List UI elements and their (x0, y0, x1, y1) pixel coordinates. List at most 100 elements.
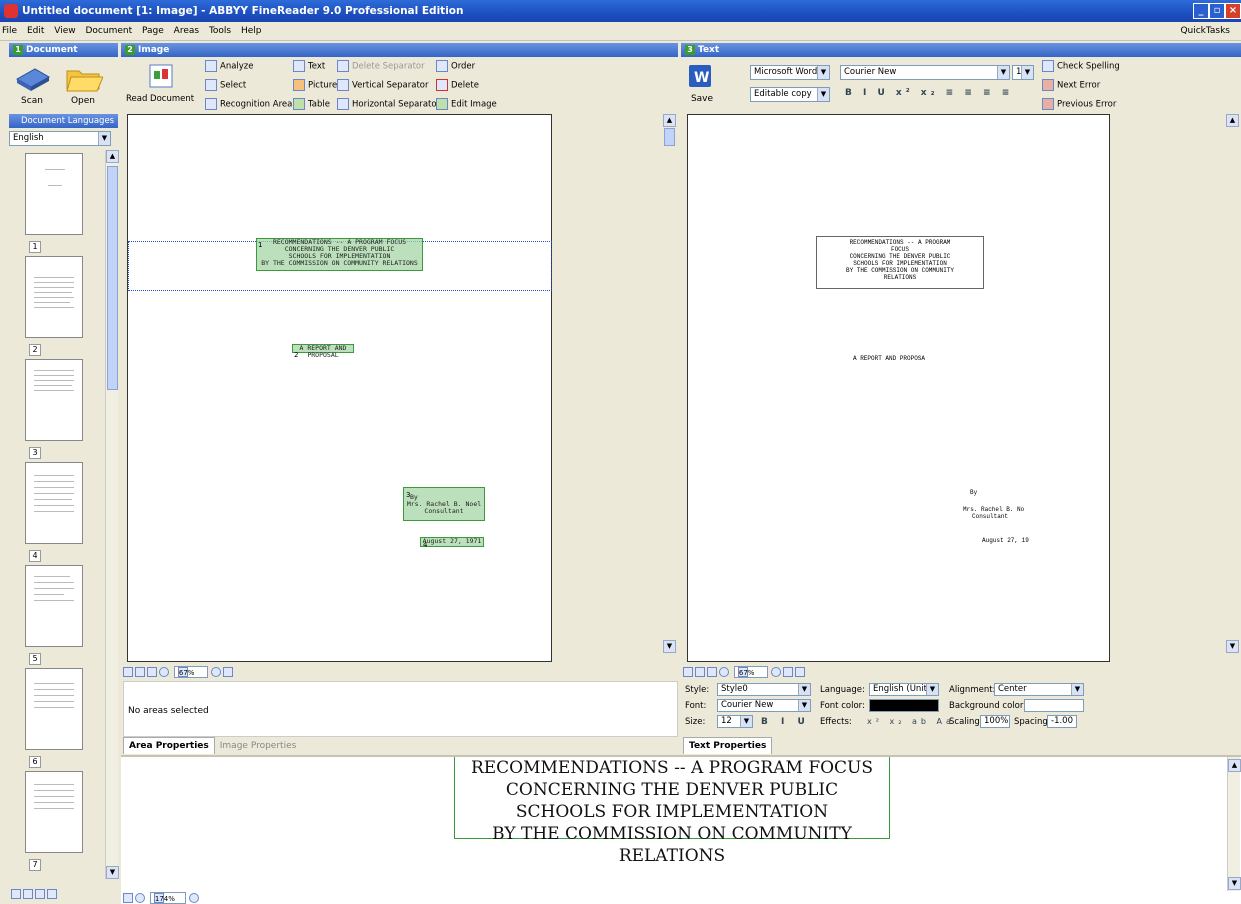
scan-button[interactable]: Scan (13, 61, 51, 113)
page-thumbnail[interactable] (25, 668, 83, 750)
open-button[interactable]: Open (63, 61, 104, 113)
maximize-button[interactable]: ▫ (1209, 3, 1225, 19)
ocr-date-line[interactable]: August 27, 19 (982, 537, 1029, 544)
scroll-down-icon[interactable]: ▼ (106, 866, 119, 879)
page-thumbnail[interactable] (25, 462, 83, 544)
previous-error-button[interactable]: Previous Error (1042, 98, 1116, 110)
help-icon[interactable] (35, 889, 45, 899)
fit-width-icon[interactable] (135, 667, 145, 677)
scroll-down-icon[interactable]: ▼ (1228, 877, 1241, 890)
next-error-button[interactable]: Next Error (1042, 79, 1100, 91)
scroll-thumb[interactable] (107, 166, 118, 390)
page-thumbnail[interactable] (25, 153, 83, 235)
edit-image-button[interactable]: Edit Image (436, 98, 497, 110)
order-button[interactable]: Order (436, 60, 475, 72)
menu-help[interactable]: Help (241, 26, 262, 36)
zoom-out-icon[interactable] (159, 667, 169, 677)
menu-tools[interactable]: Tools (209, 26, 231, 36)
fit-width-icon[interactable] (695, 667, 705, 677)
tab-area-properties[interactable]: Area Properties (123, 737, 215, 754)
scroll-up-icon[interactable]: ▲ (1226, 114, 1239, 127)
vertical-separator-button[interactable]: Vertical Separator (337, 79, 428, 91)
ocr-name-line[interactable]: Mrs. Rachel B. No (963, 506, 1024, 513)
ocr-report-line[interactable]: A REPORT AND PROPOSA (853, 355, 925, 362)
zoom-in-icon[interactable] (770, 667, 781, 677)
select-button[interactable]: Select (205, 79, 246, 91)
size-property-select[interactable]: 12 ▼ (717, 715, 753, 728)
text-area-button[interactable]: Text (293, 60, 325, 72)
zoom-out-icon[interactable] (719, 667, 729, 677)
menu-view[interactable]: View (54, 26, 75, 36)
format-select[interactable]: Microsoft Word Do ▼ (750, 65, 830, 80)
ocr-by-line[interactable]: By (970, 489, 977, 496)
recognized-text-page[interactable]: RECOMMENDATIONS -- A PROGRAM FOCUS CONCERN… (687, 114, 1110, 662)
scroll-up-icon[interactable]: ▲ (106, 150, 119, 163)
font-property-select[interactable]: Courier New ▼ (717, 699, 811, 712)
zoom-in-icon[interactable] (188, 893, 199, 903)
menu-document[interactable]: Document (85, 26, 132, 36)
style-select[interactable]: Style0 ▼ (717, 683, 811, 696)
zoom-out-icon[interactable] (135, 893, 145, 903)
menu-file[interactable]: File (2, 26, 17, 36)
thumbnails-scrollbar[interactable]: ▲ ▼ (105, 150, 119, 879)
font-size-select[interactable]: 12▼ (1012, 65, 1034, 80)
zoom-text-region[interactable]: RECOMMENDATIONS -- A PROGRAM FOCUS CONCER… (454, 757, 890, 866)
scroll-up-icon[interactable]: ▲ (663, 114, 676, 127)
background-color-picker[interactable] (1024, 699, 1084, 712)
thumbnail-view-icon[interactable] (11, 889, 21, 899)
close-button[interactable]: × (1225, 3, 1241, 19)
tab-image-properties[interactable]: Image Properties (215, 738, 302, 754)
language-select[interactable]: English ▼ (9, 131, 111, 146)
menu-page[interactable]: Page (142, 26, 164, 36)
minimize-button[interactable]: _ (1193, 3, 1209, 19)
show-formatting-icon[interactable] (782, 667, 793, 677)
alignment-select[interactable]: Center ▼ (994, 683, 1084, 696)
tab-text-properties[interactable]: Text Properties (683, 737, 773, 754)
scroll-up-icon[interactable]: ▲ (1228, 759, 1241, 772)
text-frame-title[interactable]: RECOMMENDATIONS -- A PROGRAM FOCUS CONCERN… (816, 236, 984, 289)
horizontal-separator-button[interactable]: Horizontal Separator (337, 98, 440, 110)
text-region-date[interactable]: August 27, 1971 (420, 537, 484, 547)
ocr-consultant-line[interactable]: Consultant (972, 513, 1008, 520)
effects-buttons[interactable]: x² x₂ ab Aa (867, 717, 955, 726)
save-icon[interactable] (23, 889, 33, 899)
picture-area-button[interactable]: Picture (293, 79, 337, 91)
zoom-in-icon[interactable] (210, 667, 221, 677)
text-region-author[interactable]: By Mrs. Rachel B. Noel Consultant (403, 487, 485, 521)
scroll-thumb[interactable] (664, 128, 675, 146)
page-thumbnail[interactable] (25, 771, 83, 853)
zoom-scrollbar[interactable]: ▲ ▼ (1227, 757, 1241, 891)
scroll-down-icon[interactable]: ▼ (663, 640, 676, 653)
formatting-buttons[interactable]: B I U x² x₂ ≡ ≡ ≡ ≡ (845, 88, 1013, 98)
text-scrollbar[interactable]: ▲ ▼ (1226, 114, 1239, 662)
menu-edit[interactable]: Edit (27, 26, 44, 36)
fit-page-icon[interactable] (123, 893, 133, 903)
actual-size-icon[interactable] (147, 667, 157, 677)
fit-page-icon[interactable] (123, 667, 133, 677)
page-thumbnail[interactable] (25, 565, 83, 647)
text-region-title[interactable]: RECOMMENDATIONS -- A PROGRAM FOCUS CONCER… (256, 238, 423, 271)
delete-button[interactable]: Delete (436, 79, 479, 91)
view-options-icon[interactable] (47, 889, 57, 899)
check-spelling-button[interactable]: Check Spelling (1042, 60, 1120, 72)
font-select[interactable]: Courier New ▼ (840, 65, 1010, 80)
toggle-panel-icon[interactable] (222, 667, 233, 677)
page-thumbnail[interactable] (25, 359, 83, 441)
style-toggle-buttons[interactable]: B I U (761, 717, 810, 727)
text-zoom-select[interactable]: 67% (733, 666, 768, 678)
image-scrollbar[interactable]: ▲ ▼ (663, 114, 676, 662)
delete-separator-button[interactable]: Delete Separator (337, 60, 425, 72)
copy-mode-select[interactable]: Editable copy ▼ (750, 87, 830, 102)
text-region-report[interactable]: A REPORT AND PROPOSAL (292, 344, 354, 359)
save-button[interactable]: W Save (685, 61, 719, 111)
zoom-pane-zoom-select[interactable]: 174% (149, 892, 186, 904)
spacing-input[interactable]: -1.00 (1047, 715, 1077, 728)
read-document-button[interactable]: Read Document (126, 61, 194, 111)
font-color-picker[interactable] (869, 699, 939, 712)
menu-areas[interactable]: Areas (174, 26, 199, 36)
quicktasks-link[interactable]: QuickTasks (1180, 22, 1230, 41)
image-zoom-select[interactable]: 67% (173, 666, 208, 678)
analyze-button[interactable]: Analyze (205, 60, 254, 72)
scroll-down-icon[interactable]: ▼ (1226, 640, 1239, 653)
actual-size-icon[interactable] (707, 667, 717, 677)
